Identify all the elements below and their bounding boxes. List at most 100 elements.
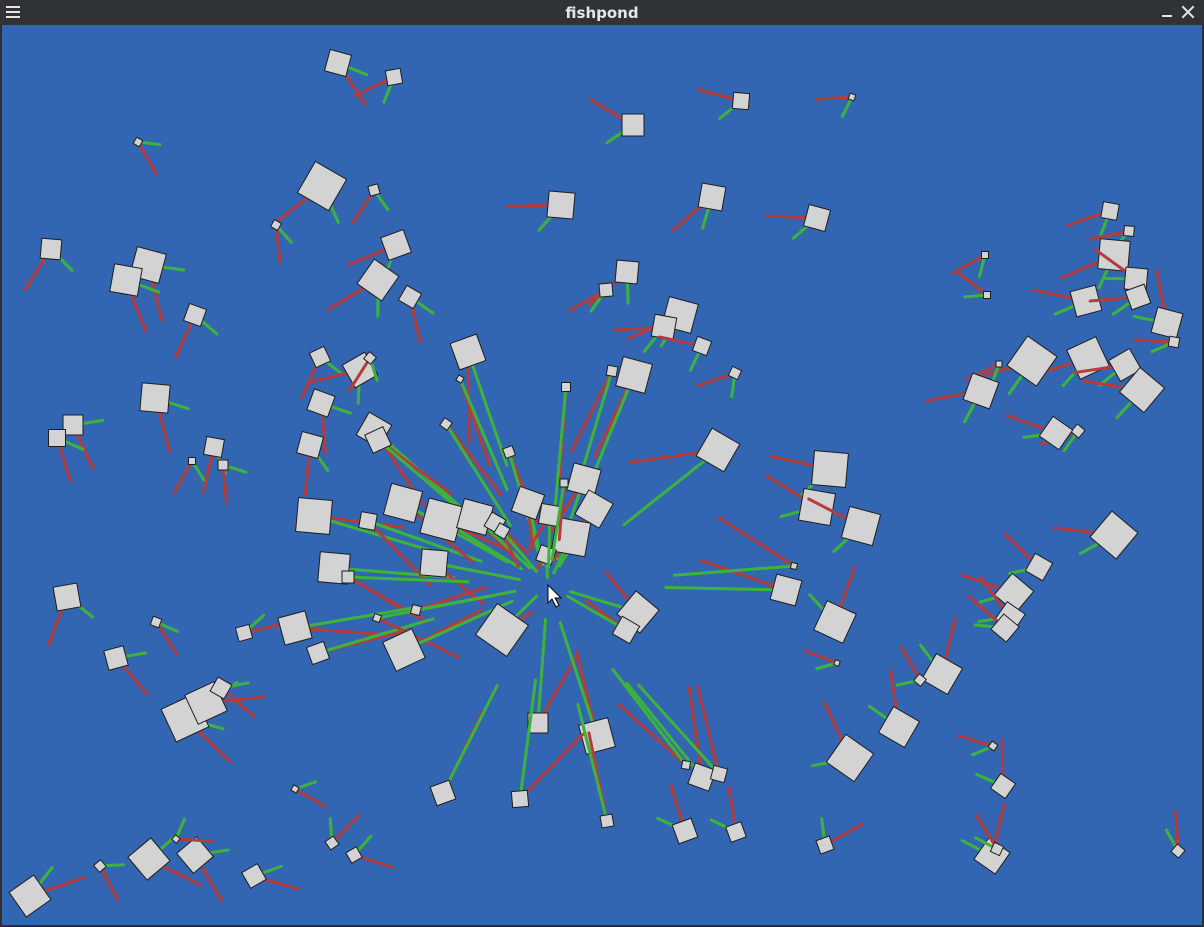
fish-velocity-vector (803, 649, 839, 665)
fish (510, 789, 530, 809)
fish-velocity-vector (172, 459, 194, 495)
fish (709, 764, 729, 784)
fish (725, 821, 747, 843)
fish (295, 497, 333, 535)
fish (769, 573, 803, 607)
fish (1089, 510, 1139, 560)
fish-heading-vector (518, 678, 538, 801)
title-bar[interactable]: fishpond (0, 0, 1204, 25)
fish-velocity-vector (899, 645, 922, 682)
close-icon[interactable] (1180, 4, 1196, 20)
fish (341, 570, 355, 584)
fish (811, 450, 849, 488)
fish (920, 652, 964, 696)
fish (546, 190, 576, 220)
fish (409, 603, 423, 617)
fish (455, 374, 465, 384)
fish (429, 779, 457, 807)
fish-heading-vector (664, 585, 788, 592)
fish (295, 430, 325, 460)
fish (103, 645, 129, 671)
fish (449, 333, 487, 371)
fish (847, 92, 857, 102)
fish (797, 487, 837, 527)
fish (691, 335, 713, 357)
fish (680, 759, 692, 771)
fish (605, 364, 619, 378)
fish (39, 237, 63, 261)
fish-velocity-vector (518, 732, 585, 801)
fish (1170, 843, 1186, 859)
fish (731, 91, 751, 111)
fish (217, 459, 229, 471)
fish-heading-vector (558, 621, 599, 738)
fish (382, 482, 424, 524)
fish (358, 511, 378, 531)
fish (48, 429, 66, 447)
fish (202, 435, 226, 459)
fish-velocity-vector (293, 787, 328, 809)
minimize-icon[interactable] (1160, 5, 1174, 19)
pond-canvas[interactable] (2, 25, 1202, 925)
fish (127, 837, 171, 881)
fish (109, 263, 143, 297)
fish-velocity-vector (1133, 338, 1176, 344)
mouse-pointer-icon (547, 583, 563, 608)
fish (1150, 306, 1184, 340)
fish (697, 182, 727, 212)
fish (599, 813, 615, 829)
fish-velocity-vector (174, 837, 213, 843)
fish (815, 835, 835, 855)
fish (306, 388, 336, 418)
fish-velocity-vector (221, 463, 229, 506)
fish (598, 282, 614, 298)
fish (983, 291, 991, 299)
pond-simulation[interactable] (2, 25, 1202, 925)
fish-velocity-vector (956, 271, 989, 297)
fish (8, 874, 52, 918)
fish-heading-vector (611, 668, 688, 767)
fish (234, 623, 254, 643)
fish (671, 817, 699, 845)
fish-velocity-vector (98, 864, 120, 902)
app-window: fishpond (0, 0, 1204, 927)
fish (384, 67, 404, 87)
fish (296, 160, 348, 212)
fish-velocity-vector (956, 734, 995, 748)
fish (52, 582, 82, 612)
fish (277, 610, 313, 646)
fish (419, 548, 449, 578)
fish (987, 740, 999, 752)
fish-velocity-vector (716, 515, 796, 568)
fish (379, 228, 413, 262)
fish (621, 113, 645, 137)
fish (92, 858, 108, 874)
fish-velocity-vector (136, 140, 158, 176)
fish (139, 382, 171, 414)
fish (981, 251, 989, 259)
fish (367, 183, 381, 197)
fish (789, 561, 799, 571)
fish (305, 640, 331, 666)
fish (833, 659, 841, 667)
fish (614, 259, 640, 285)
fish (1167, 335, 1181, 349)
fish (561, 382, 571, 392)
fish (995, 360, 1003, 368)
fish (559, 478, 569, 488)
window-title: fishpond (565, 3, 639, 22)
fish-velocity-vector (815, 95, 854, 101)
fish-heading-vector (672, 564, 796, 577)
hamburger-menu-icon[interactable] (6, 6, 20, 18)
fish-heading-vector (293, 606, 415, 630)
fish-heading-vector (536, 618, 547, 725)
fish (397, 284, 423, 310)
fish (171, 834, 181, 844)
fish-velocity-vector (330, 813, 361, 845)
fish (578, 717, 616, 755)
fish (188, 457, 196, 465)
fish (877, 705, 921, 749)
fish-heading-vector (441, 684, 499, 795)
fish (1100, 201, 1120, 221)
fish (356, 258, 400, 302)
